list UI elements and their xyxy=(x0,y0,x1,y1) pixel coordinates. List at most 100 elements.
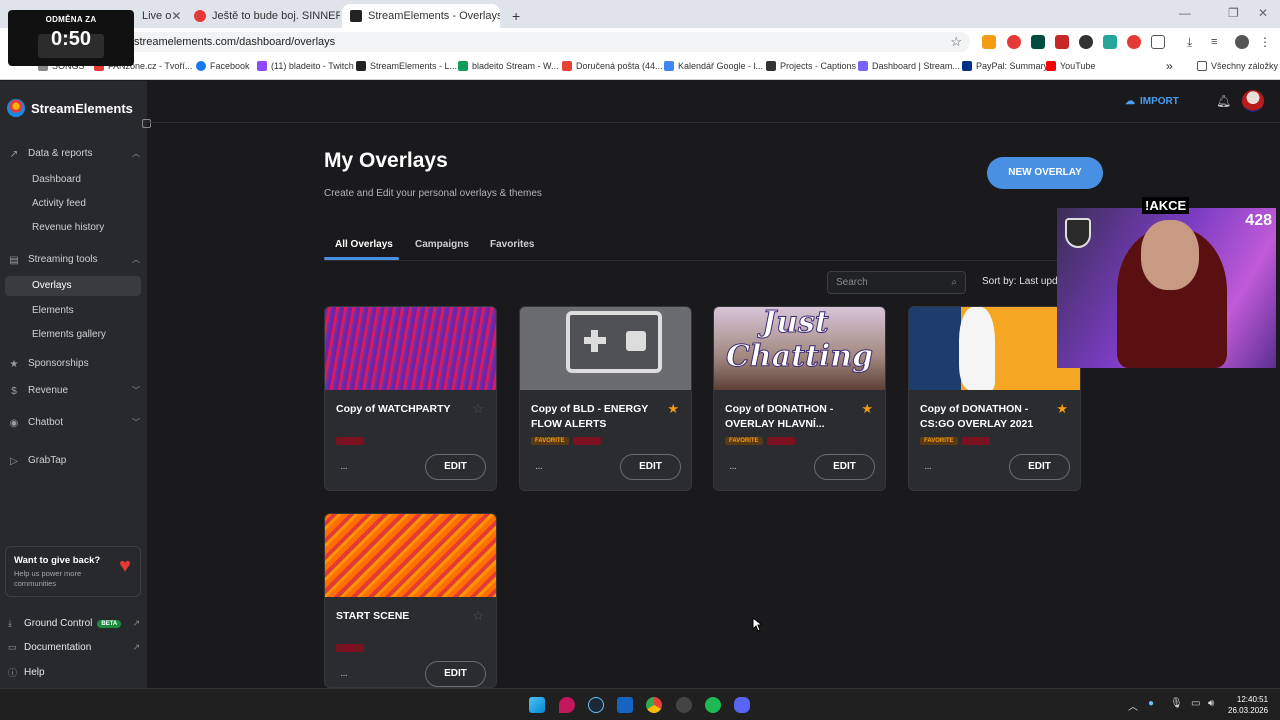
bookmark[interactable]: Projects - Captions xyxy=(766,61,856,71)
app-icon[interactable] xyxy=(559,697,575,713)
browser-tab-1[interactable]: Live o ✕ xyxy=(134,4,184,28)
edit-button[interactable]: EDIT xyxy=(1009,454,1070,480)
tab-all-overlays[interactable]: All Overlays xyxy=(335,239,393,250)
new-overlay-button[interactable]: NEW OVERLAY xyxy=(987,157,1103,189)
overlay-card[interactable]: START SCENE ☆ ··· EDIT xyxy=(324,513,497,688)
more-bookmarks-button[interactable]: » xyxy=(1166,59,1173,73)
favorite-star-icon[interactable]: ☆ xyxy=(472,608,484,624)
nav-grabtap[interactable]: ▷ GrabTap xyxy=(8,455,140,467)
nav-ground-control[interactable]: ⤓ Ground Control BETA ↗ xyxy=(8,618,140,629)
extension-icon[interactable] xyxy=(1103,35,1117,49)
nav-elements-gallery[interactable]: Elements gallery xyxy=(32,329,106,340)
nav-chatbot[interactable]: ◉ Chatbot ﹀ xyxy=(8,417,140,429)
extension-icon[interactable] xyxy=(1055,35,1069,49)
nav-streaming-tools[interactable]: ▤ Streaming tools ︿ xyxy=(8,254,140,266)
sort-dropdown[interactable]: Sort by: Last upd xyxy=(982,276,1058,287)
overlay-card[interactable]: Copy of BLD - ENERGY FLOW ALERTS ★ FAVOR… xyxy=(519,306,692,491)
tab-favorites[interactable]: Favorites xyxy=(490,239,534,250)
system-clock[interactable]: 12:40:51 26.03.2026 xyxy=(1228,694,1268,716)
extension-icon[interactable] xyxy=(1127,35,1141,49)
extension-icon[interactable] xyxy=(982,35,996,49)
chrome-icon[interactable] xyxy=(646,697,662,713)
overlay-card[interactable]: Copy of WATCHPARTY ☆ ··· EDIT xyxy=(324,306,497,491)
edit-button[interactable]: EDIT xyxy=(814,454,875,480)
favorite-star-icon[interactable]: ★ xyxy=(861,401,873,417)
bookmark[interactable]: Doručená pošta (44... xyxy=(562,61,663,71)
nav-help[interactable]: ⓘ Help xyxy=(8,666,140,679)
bookmark[interactable]: Facebook xyxy=(196,61,250,71)
beta-badge: BETA xyxy=(97,619,122,628)
bookmark[interactable]: StreamElements - L... xyxy=(356,61,457,71)
app-icon[interactable] xyxy=(617,697,633,713)
favorite-star-icon[interactable]: ★ xyxy=(667,401,679,417)
tab-campaigns[interactable]: Campaigns xyxy=(415,239,469,250)
bookmark-favicon xyxy=(858,61,868,71)
bookmark[interactable]: bladeito Stream - W... xyxy=(458,61,559,71)
nav-elements[interactable]: Elements xyxy=(32,305,74,316)
give-back-text: Help us power more communities xyxy=(14,569,82,588)
nav-activity-feed[interactable]: Activity feed xyxy=(32,198,86,209)
maximize-icon[interactable]: ❐ xyxy=(1228,6,1239,20)
search-input[interactable]: Search ⌕ xyxy=(827,271,966,294)
overlay-card[interactable]: Copy of DONATHON - CS:GO OVERLAY 2021 ★ … xyxy=(908,306,1081,491)
avatar[interactable] xyxy=(1242,90,1264,112)
discord-icon[interactable] xyxy=(734,697,750,713)
menu-icon[interactable]: ⋮ xyxy=(1259,35,1273,49)
tray-chevron-icon[interactable]: ︿ xyxy=(1128,698,1138,713)
edit-button[interactable]: EDIT xyxy=(620,454,681,480)
edit-button[interactable]: EDIT xyxy=(425,454,486,480)
more-options-button[interactable]: ··· xyxy=(340,670,348,681)
nav-revenue[interactable]: $ Revenue ﹀ xyxy=(8,385,140,397)
url-field[interactable]: streamelements.com/dashboard/overlays ☆ xyxy=(126,32,970,52)
puzzle-icon[interactable] xyxy=(1151,35,1165,49)
close-icon[interactable]: ✕ xyxy=(171,9,181,23)
browser-tab-2[interactable]: Ještě to bude boj. SINNERS pot ✕ xyxy=(186,4,340,28)
obs-icon[interactable] xyxy=(676,697,692,713)
nav-overlays[interactable]: Overlays xyxy=(32,280,71,291)
bookmark[interactable]: YouTube xyxy=(1046,61,1095,71)
more-options-button[interactable]: ··· xyxy=(340,463,348,474)
nav-data-reports[interactable]: ↗ Data & reports ︿ xyxy=(8,148,140,160)
bookmark[interactable]: Dashboard | Stream... xyxy=(858,61,960,71)
give-back-card[interactable]: Want to give back? Help us power more co… xyxy=(5,546,141,597)
overlay-card[interactable]: Just Chatting Copy of DONATHON - OVERLAY… xyxy=(713,306,886,491)
media-icon[interactable]: ≡ xyxy=(1211,35,1225,49)
favorite-star-icon[interactable]: ★ xyxy=(1056,401,1068,417)
minimize-icon[interactable]: — xyxy=(1179,6,1191,20)
edit-button[interactable]: EDIT xyxy=(425,661,486,687)
spotify-icon[interactable] xyxy=(705,697,721,713)
import-button[interactable]: ☁ IMPORT xyxy=(1125,96,1179,107)
profile-icon[interactable] xyxy=(1235,35,1249,49)
bookmark-star-icon[interactable]: ☆ xyxy=(950,32,962,52)
nav-sponsorships[interactable]: ★ Sponsorships xyxy=(8,358,140,370)
brand[interactable]: StreamElements xyxy=(7,99,133,117)
bookmark[interactable]: (11) bladeito - Twitch xyxy=(257,61,354,71)
steam-tray-icon[interactable]: ● xyxy=(1148,698,1154,709)
extension-icon[interactable] xyxy=(1031,35,1045,49)
bookmark[interactable]: Kalendář Google - l... xyxy=(664,61,763,71)
download-icon[interactable]: ⤓ xyxy=(1187,35,1201,49)
extension-icon[interactable] xyxy=(1079,35,1093,49)
more-options-button[interactable]: ··· xyxy=(535,463,543,474)
network-icon[interactable]: ▭ xyxy=(1191,698,1200,709)
extension-icon[interactable] xyxy=(1007,35,1021,49)
window-close-icon[interactable]: ✕ xyxy=(1258,6,1268,20)
browser-tab-3[interactable]: StreamElements - Overlays ✕ xyxy=(342,4,500,28)
nav-dashboard[interactable]: Dashboard xyxy=(32,174,81,185)
volume-icon[interactable]: 🔊︎ xyxy=(1208,698,1214,709)
nav-revenue-history[interactable]: Revenue history xyxy=(32,222,104,233)
chevron-down-icon: ﹀ xyxy=(132,418,140,427)
bell-icon[interactable]: 🔔︎ xyxy=(1216,94,1231,108)
paypal-icon xyxy=(962,61,972,71)
steam-icon[interactable] xyxy=(588,697,604,713)
more-options-button[interactable]: ··· xyxy=(729,463,737,474)
favorite-star-icon[interactable]: ☆ xyxy=(472,401,484,417)
windows-start-icon[interactable] xyxy=(529,697,545,713)
gmail-icon xyxy=(562,61,572,71)
all-bookmarks[interactable]: Všechny záložky xyxy=(1197,61,1278,71)
new-tab-button[interactable]: + xyxy=(504,4,528,28)
microphone-icon[interactable]: 🎙︎ xyxy=(1170,698,1183,709)
more-options-button[interactable]: ··· xyxy=(924,463,932,474)
nav-documentation[interactable]: ▭ Documentation ↗ xyxy=(8,642,140,653)
bookmark[interactable]: PayPal: Summary xyxy=(962,61,1048,71)
